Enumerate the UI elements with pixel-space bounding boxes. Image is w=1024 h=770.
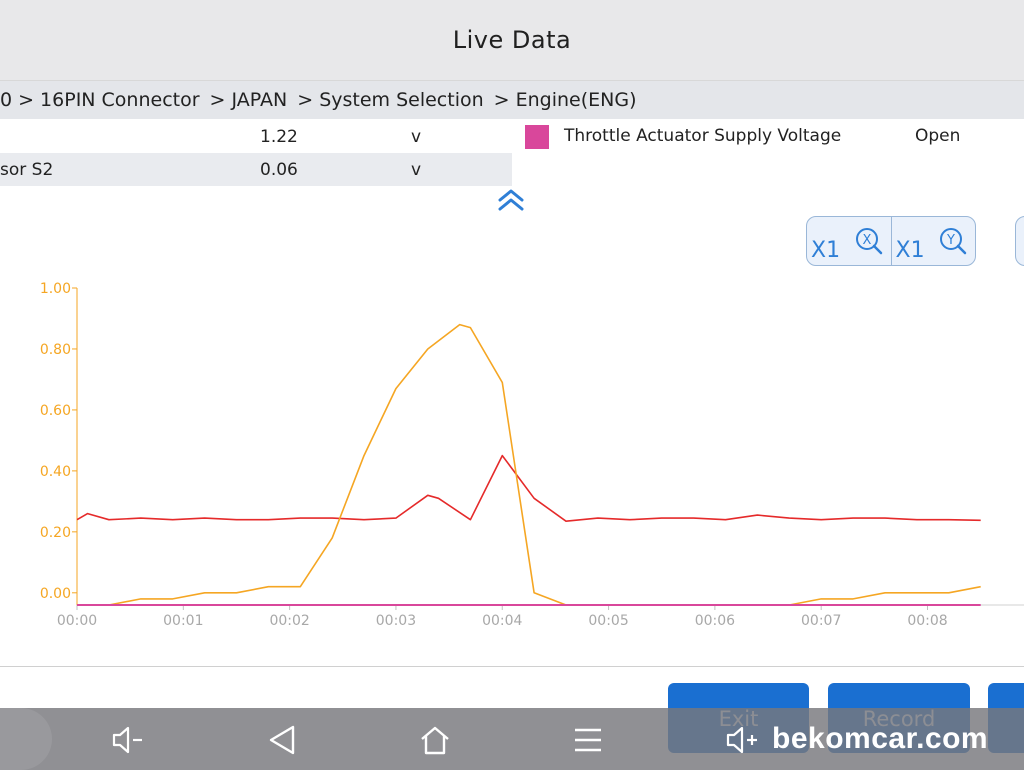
divider [0,666,1024,667]
x-tick-label: 00:06 [695,613,735,629]
menu-icon[interactable] [568,720,608,760]
breadcrumb-item[interactable]: 0 [0,89,14,111]
x-tick-label: 00:00 [57,613,97,629]
x-tick-label: 00:04 [482,613,522,629]
zoom-x-button[interactable]: X1 X [807,217,891,265]
series-line [77,323,981,606]
legend-name: Throttle Actuator Supply Voltage [564,126,842,146]
data-row[interactable]: sor S2 0.06 v [0,153,512,186]
x-tick-label: 00:01 [163,613,203,629]
x-tick-label: 00:07 [801,613,841,629]
data-row-unit: v [411,126,422,147]
breadcrumb-item[interactable]: > JAPAN [210,89,290,111]
y-tick-label: 1.00 [40,281,71,297]
collapse-chevron-up-icon[interactable] [496,186,526,216]
chart-option-button[interactable] [1015,216,1024,266]
title-bar: Live Data [0,0,1024,80]
data-row-value: 1.22 [260,126,298,147]
data-row-value: 0.06 [260,159,298,180]
data-row-name: sor S2 [0,159,54,180]
back-icon[interactable] [263,720,303,760]
data-row-unit: v [411,159,422,180]
y-tick-label: 0.00 [40,586,71,602]
legend-status: Open [915,126,961,146]
live-data-chart: 0.00 0.20 0.40 0.60 0.80 1.00 00:00 00:01 00:02 0… [40,281,1024,629]
home-icon[interactable] [415,720,455,760]
y-tick-label: 0.80 [40,342,71,358]
zoom-y-button[interactable]: X1 Y [890,217,976,265]
data-row[interactable]: 1.22 v [0,120,512,153]
zoom-x-icon-letter: X [862,233,871,248]
zoom-controls: X1 X X1 Y [806,216,976,266]
volume-down-icon[interactable] [108,720,148,760]
legend-swatch [525,125,549,149]
x-tick-label: 00:02 [269,613,309,629]
breadcrumb: 0 > 16PIN Connector > JAPAN > System Sel… [0,80,1024,119]
x-tick-label: 00:08 [907,613,947,629]
breadcrumb-item[interactable]: > Engine(ENG) [494,89,639,111]
x-tick-label: 00:05 [588,613,628,629]
series-line [76,454,981,522]
x-tick-label: 00:03 [376,613,416,629]
zoom-x-label: X1 [811,238,841,263]
legend-row[interactable]: Throttle Actuator Supply Voltage Open [512,120,1024,153]
zoom-y-icon-letter: Y [946,233,955,248]
volume-up-icon[interactable] [722,720,762,760]
zoom-y-label: X1 [895,238,925,263]
breadcrumb-item[interactable]: > System Selection [297,89,485,111]
zoom-x-icon: X [855,228,882,255]
y-tick-label: 0.20 [40,525,71,541]
breadcrumb-item[interactable]: > 16PIN Connector [18,89,201,111]
page-title: Live Data [452,26,572,54]
zoom-y-icon: Y [940,228,967,255]
y-tick-label: 0.40 [40,464,71,480]
watermark: bekomcar.com [772,722,989,755]
y-tick-label: 0.60 [40,403,71,419]
